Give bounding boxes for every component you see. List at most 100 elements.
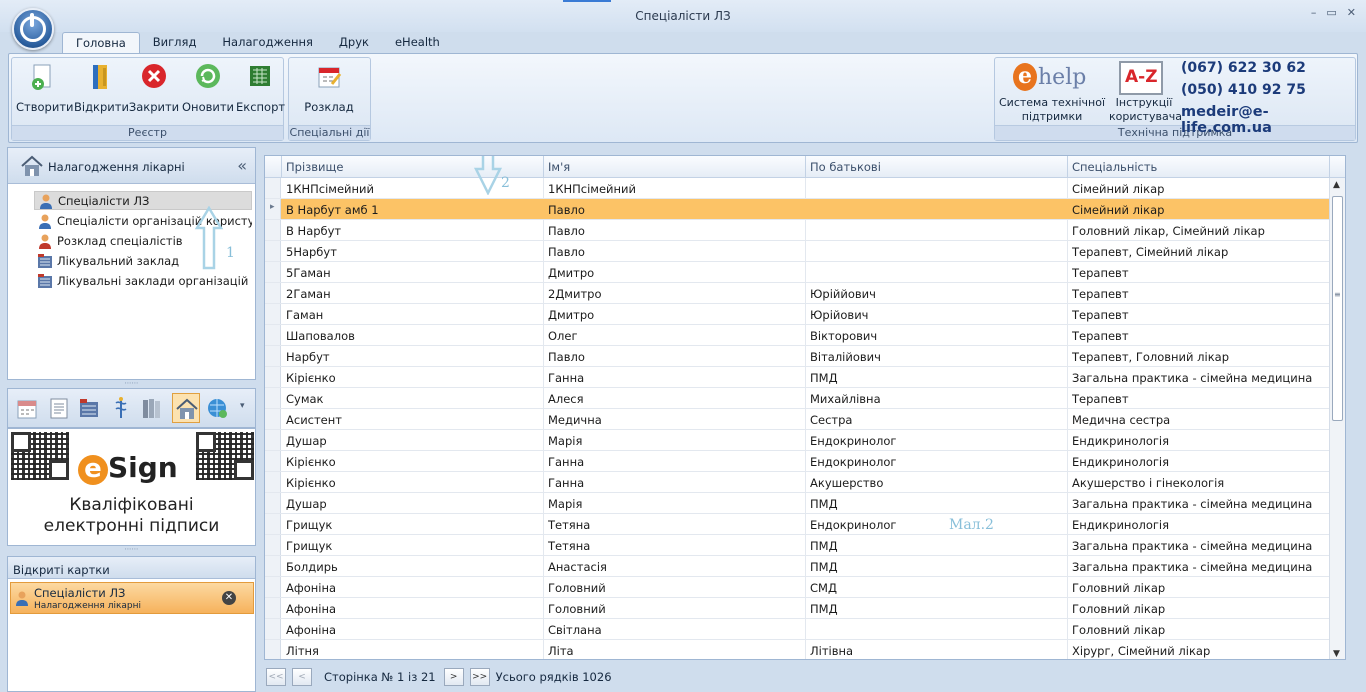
tab-settings[interactable]: Налагодження	[209, 32, 326, 54]
medical-caduceus-icon[interactable]	[110, 396, 132, 420]
row-indicator[interactable]	[265, 220, 281, 240]
row-indicator[interactable]	[265, 178, 281, 198]
column-specialty[interactable]: Спеціальність	[1072, 160, 1157, 174]
tab-ehealth[interactable]: eHealth	[382, 32, 453, 54]
table-row[interactable]: Болдирь Анастасія ПМД Загальна практика - с…	[265, 556, 1331, 577]
table-row[interactable]: 5Гаман Дмитро Терапевт	[265, 262, 1331, 283]
table-row[interactable]: Асистент Медична Сестра Медична сестра	[265, 409, 1331, 430]
prev-page-button[interactable]: <	[292, 668, 312, 686]
open-icon	[93, 65, 107, 89]
facility-icon[interactable]	[78, 396, 100, 420]
cell-patronymic: ПМД	[810, 539, 838, 553]
row-indicator[interactable]	[265, 640, 281, 659]
hospital-settings-tab[interactable]	[172, 393, 200, 423]
row-indicator[interactable]	[265, 283, 281, 303]
instructions-label[interactable]: Інструкції користувача	[1109, 96, 1182, 124]
table-row[interactable]: Кірієнко Ганна Ендокринолог Ендикринологія	[265, 451, 1331, 472]
scroll-thumb[interactable]	[1332, 196, 1343, 421]
row-indicator[interactable]	[265, 199, 281, 219]
ehelp-logo[interactable]: e help	[1013, 63, 1086, 95]
collapse-icon[interactable]: «	[237, 156, 247, 175]
column-surname[interactable]: Прізвище	[286, 160, 343, 174]
books-icon[interactable]	[140, 396, 162, 420]
row-indicator[interactable]	[265, 325, 281, 345]
esign-banner[interactable]: e Sign Кваліфіковані електронні підписи	[7, 428, 256, 546]
table-row[interactable]: В Нарбут амб 1 Павло Сімейний лікар	[265, 199, 1331, 220]
last-page-button[interactable]: >>	[469, 668, 490, 686]
row-indicator[interactable]	[265, 556, 281, 576]
tab-view[interactable]: Вигляд	[140, 32, 210, 54]
table-row[interactable]: 2Гаман 2Дмитро Юріййович Терапевт	[265, 283, 1331, 304]
row-indicator[interactable]	[265, 514, 281, 534]
table-row[interactable]: Афоніна Головний ПМД Головний лікар	[265, 598, 1331, 619]
row-indicator[interactable]	[265, 577, 281, 597]
row-indicator[interactable]	[265, 241, 281, 261]
table-row[interactable]: Сумак Алеся Михайлівна Терапевт	[265, 388, 1331, 409]
table-row[interactable]: 5Нарбут Павло Терапевт, Сімейний лікар	[265, 241, 1331, 262]
restore-button[interactable]: ▭	[1326, 6, 1336, 19]
cell-patronymic: ПМД	[810, 497, 838, 511]
tab-print[interactable]: Друк	[326, 32, 382, 54]
close-record-button[interactable]: Закрити	[128, 62, 180, 114]
calendar-icon[interactable]	[16, 396, 38, 420]
cell-specialty: Головний лікар, Сімейний лікар	[1072, 224, 1265, 238]
table-row[interactable]: Грищук Тетяна ПМД Загальна практика - сімей…	[265, 535, 1331, 556]
row-indicator[interactable]	[265, 367, 281, 387]
row-indicator[interactable]	[265, 304, 281, 324]
row-indicator[interactable]	[265, 598, 281, 618]
column-first-name[interactable]: Ім'я	[548, 160, 570, 174]
row-indicator[interactable]	[265, 262, 281, 282]
cell-surname: Грищук	[286, 539, 333, 553]
close-card-icon[interactable]: ✕	[222, 591, 236, 605]
cell-specialty: Ендикринологія	[1072, 455, 1170, 469]
open-button[interactable]: Відкрити	[74, 62, 129, 114]
globe-settings-icon[interactable]	[206, 396, 228, 420]
table-row[interactable]: Кірієнко Ганна ПМД Загальна практика - сіме…	[265, 367, 1331, 388]
table-row[interactable]: Душар Марія Ендокринолог Ендикринологія	[265, 430, 1331, 451]
instructions-icon[interactable]: A-Z	[1119, 61, 1163, 95]
schedule-button[interactable]: Розклад	[303, 62, 355, 114]
row-indicator[interactable]	[265, 472, 281, 492]
left-nav-panel: Налагодження лікарні « Спеціалісти ЛЗ Сп…	[7, 147, 256, 380]
panel-splitter-1[interactable]: ⋯⋯	[7, 380, 256, 387]
open-card-specialists[interactable]: Спеціалісти ЛЗ Налагодження лікарні ✕	[10, 582, 254, 614]
refresh-button[interactable]: Оновити	[182, 62, 234, 114]
row-indicator[interactable]	[265, 388, 281, 408]
cell-patronymic: ПМД	[810, 602, 838, 616]
row-indicator[interactable]	[265, 451, 281, 471]
scroll-up-icon[interactable]: ▲	[1333, 180, 1340, 190]
grid-vertical-scrollbar[interactable]: ▲ ≡ ▼	[1329, 178, 1345, 659]
row-indicator[interactable]	[265, 409, 281, 429]
document-icon[interactable]	[48, 396, 70, 420]
row-indicator[interactable]	[265, 619, 281, 639]
tech-support-label[interactable]: Система технічної підтримки	[997, 96, 1107, 124]
table-row[interactable]: Грищук Тетяна Ендокринолог Ендикринологія	[265, 514, 1331, 535]
first-page-button[interactable]: <<	[266, 668, 286, 686]
table-row[interactable]: Нарбут Павло Віталійович Терапевт, Головний…	[265, 346, 1331, 367]
table-row[interactable]: 1КНПсімейний 1КНПсімейний Сімейний лікар	[265, 178, 1331, 199]
export-button[interactable]: Експорт	[236, 62, 285, 114]
row-indicator[interactable]	[265, 430, 281, 450]
table-row[interactable]: Афоніна Світлана Головний лікар	[265, 619, 1331, 640]
app-menu-orb-button[interactable]	[12, 8, 54, 50]
next-page-button[interactable]: >	[443, 668, 464, 686]
table-row[interactable]: Афоніна Головний СМД Головний лікар	[265, 577, 1331, 598]
row-indicator[interactable]	[265, 346, 281, 366]
row-indicator[interactable]	[265, 535, 281, 555]
nav-item-user-org-facilities[interactable]: Лікувальні заклади організацій користува…	[34, 271, 252, 290]
create-button[interactable]: Створити	[16, 62, 74, 114]
close-window-button[interactable]: ✕	[1347, 6, 1356, 19]
minimize-button[interactable]: –	[1311, 6, 1317, 19]
row-indicator[interactable]	[265, 493, 281, 513]
table-row[interactable]: Шаповалов Олег Вікторович Терапевт	[265, 325, 1331, 346]
table-row[interactable]: Душар Марія ПМД Загальна практика - сімейна…	[265, 493, 1331, 514]
table-row[interactable]: В Нарбут Павло Головний лікар, Сімейний лі…	[265, 220, 1331, 241]
more-dropdown-icon[interactable]: ▾	[240, 401, 245, 411]
table-row[interactable]: Кірієнко Ганна Акушерство Акушерство і гіне…	[265, 472, 1331, 493]
column-patronymic[interactable]: По батькові	[810, 160, 881, 174]
tab-home[interactable]: Головна	[62, 32, 140, 54]
table-row[interactable]: Гаман Дмитро Юрійович Терапевт	[265, 304, 1331, 325]
table-row[interactable]: Літня Літа Літівна Хірург, Сімейний лікар	[265, 640, 1331, 659]
scroll-down-icon[interactable]: ▼	[1333, 649, 1340, 659]
panel-splitter-2[interactable]: ⋯⋯	[7, 546, 256, 553]
